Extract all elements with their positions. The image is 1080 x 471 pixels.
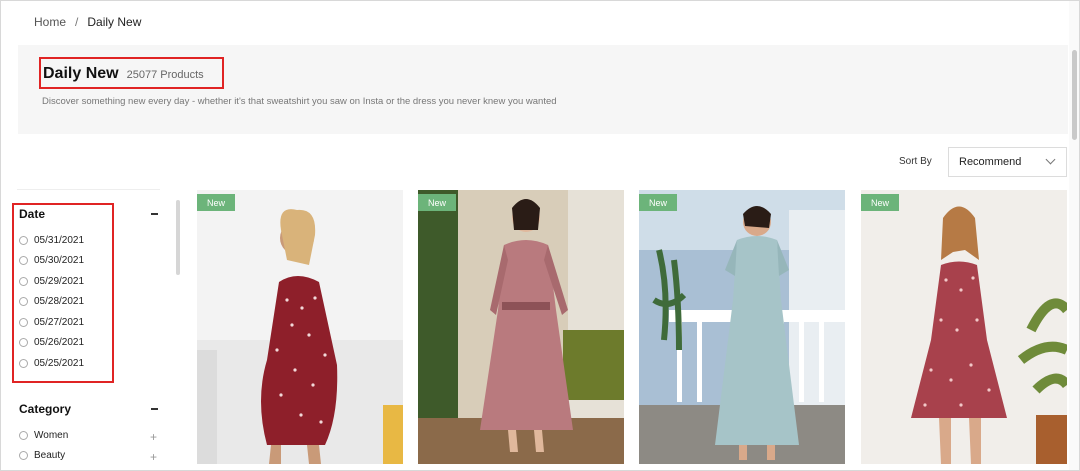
breadcrumb: Home / Daily New <box>34 15 141 29</box>
radio-icon[interactable] <box>19 359 28 368</box>
product-card[interactable]: New <box>197 190 403 464</box>
expand-plus-icon[interactable]: + <box>150 431 157 443</box>
product-card[interactable]: New <box>418 190 624 464</box>
date-option[interactable]: 05/26/2021 <box>19 337 84 348</box>
radio-icon[interactable] <box>19 277 28 286</box>
date-option[interactable]: 05/28/2021 <box>19 296 84 307</box>
date-filter-title[interactable]: Date <box>19 207 45 221</box>
breadcrumb-current: Daily New <box>87 15 142 29</box>
sort-dropdown[interactable]: Recommend <box>948 147 1067 177</box>
radio-icon[interactable] <box>19 318 28 327</box>
chevron-down-icon <box>1045 154 1056 165</box>
radio-icon[interactable] <box>19 431 28 440</box>
category-option-women[interactable]: Women <box>19 430 68 441</box>
product-image[interactable] <box>418 190 624 464</box>
date-option[interactable]: 05/25/2021 <box>19 358 84 369</box>
sidebar-divider <box>17 189 160 190</box>
new-badge: New <box>861 194 899 211</box>
product-card[interactable]: New <box>861 190 1067 464</box>
date-filter-highlight-box <box>12 203 114 383</box>
date-option[interactable]: 05/29/2021 <box>19 276 84 287</box>
expand-plus-icon[interactable]: + <box>150 451 157 463</box>
category-option-beauty[interactable]: Beauty <box>19 450 65 461</box>
date-option[interactable]: 05/27/2021 <box>19 317 84 328</box>
page-scrollbar-thumb[interactable] <box>1072 50 1077 140</box>
sidebar-scrollbar[interactable] <box>176 200 180 275</box>
product-card[interactable]: New <box>639 190 845 464</box>
page-banner: Daily New 25077 Products Discover someth… <box>18 45 1068 134</box>
product-image[interactable] <box>639 190 845 464</box>
radio-icon[interactable] <box>19 256 28 265</box>
category-filter-title[interactable]: Category <box>19 402 71 416</box>
radio-icon[interactable] <box>19 451 28 460</box>
product-image[interactable] <box>197 190 403 464</box>
new-badge: New <box>418 194 456 211</box>
date-option[interactable]: 05/30/2021 <box>19 255 84 266</box>
radio-icon[interactable] <box>19 338 28 347</box>
breadcrumb-separator: / <box>75 15 79 29</box>
page-title: Daily New <box>43 65 119 82</box>
collapse-category-icon[interactable] <box>151 408 158 410</box>
new-badge: New <box>197 194 235 211</box>
product-image[interactable] <box>861 190 1067 464</box>
collapse-date-icon[interactable] <box>151 213 158 215</box>
page-description: Discover something new every day - wheth… <box>42 96 557 107</box>
date-option[interactable]: 05/31/2021 <box>19 235 84 246</box>
radio-icon[interactable] <box>19 236 28 245</box>
radio-icon[interactable] <box>19 297 28 306</box>
new-badge: New <box>639 194 677 211</box>
sort-label: Sort By <box>899 156 932 167</box>
product-count: 25077 Products <box>126 69 204 81</box>
breadcrumb-home[interactable]: Home <box>34 15 66 29</box>
sort-selected-value: Recommend <box>959 156 1022 168</box>
title-highlight-box: Daily New 25077 Products <box>39 57 224 89</box>
